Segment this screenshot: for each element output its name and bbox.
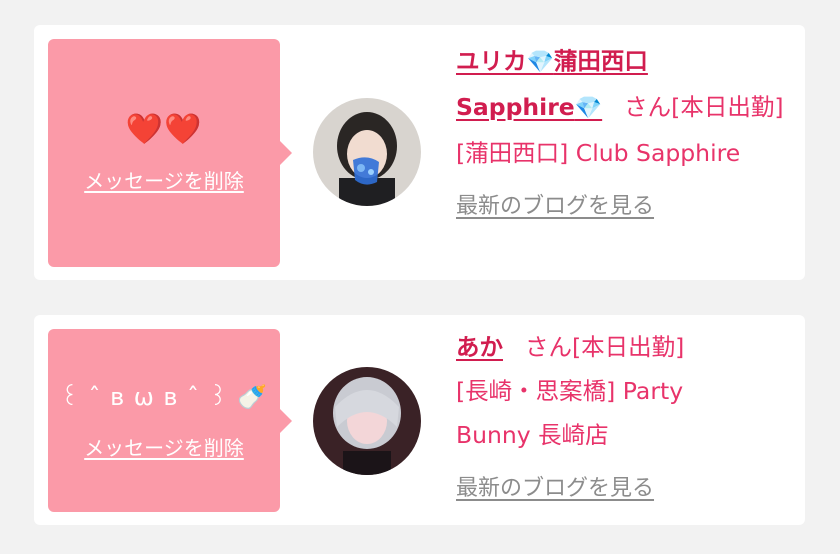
avatar[interactable] — [313, 98, 421, 206]
message-bubble: ❤️❤️ メッセージを削除 — [48, 39, 292, 267]
delete-message-link[interactable]: メッセージを削除 — [84, 432, 244, 461]
message-emoji: ꒰ ˆ ʙ ω ʙ ˆ ꒱ 🍼 — [60, 383, 268, 411]
work-status: [本日出勤] — [572, 333, 685, 361]
cast-info: ユリカ💎蒲田西口 Sapphire💎 さん[本日出勤] [蒲田西口] Club S… — [456, 39, 787, 229]
shop-name-continued: Bunny 長崎店 — [456, 421, 609, 449]
message-card: ❤️❤️ メッセージを削除 ユリカ💎蒲田西口 Sapphire💎 さん[本日出勤]… — [34, 25, 805, 280]
latest-blog-link[interactable]: 最新のブログを見る — [456, 185, 654, 229]
cast-name-link[interactable]: ユリカ💎蒲田西口 — [456, 47, 648, 75]
message-emoji: ❤️❤️ — [125, 111, 203, 147]
honorific: さん — [525, 333, 572, 361]
cast-name-link-continued[interactable]: Sapphire💎 — [456, 93, 602, 121]
shop-name: [長崎・思案橋] Party — [456, 377, 684, 405]
diamond-icon: 💎 — [526, 50, 554, 75]
cast-info: あか さん[本日出勤] [長崎・思案橋] Party Bunny 長崎店 最新のブ… — [456, 325, 787, 511]
diamond-icon: 💎 — [574, 96, 603, 121]
avatar[interactable] — [313, 367, 421, 475]
delete-message-link[interactable]: メッセージを削除 — [84, 165, 244, 194]
shop-name: [蒲田西口] Club Sapphire — [456, 139, 741, 167]
message-bubble: ꒰ ˆ ʙ ω ʙ ˆ ꒱ 🍼 メッセージを削除 — [48, 329, 292, 512]
latest-blog-link[interactable]: 最新のブログを見る — [456, 467, 654, 511]
honorific: さん — [624, 93, 672, 121]
cast-name-link[interactable]: あか — [456, 333, 503, 361]
work-status: [本日出勤] — [671, 93, 784, 121]
message-card: ꒰ ˆ ʙ ω ʙ ˆ ꒱ 🍼 メッセージを削除 あか さん[本日出勤] [長崎・… — [34, 315, 805, 525]
